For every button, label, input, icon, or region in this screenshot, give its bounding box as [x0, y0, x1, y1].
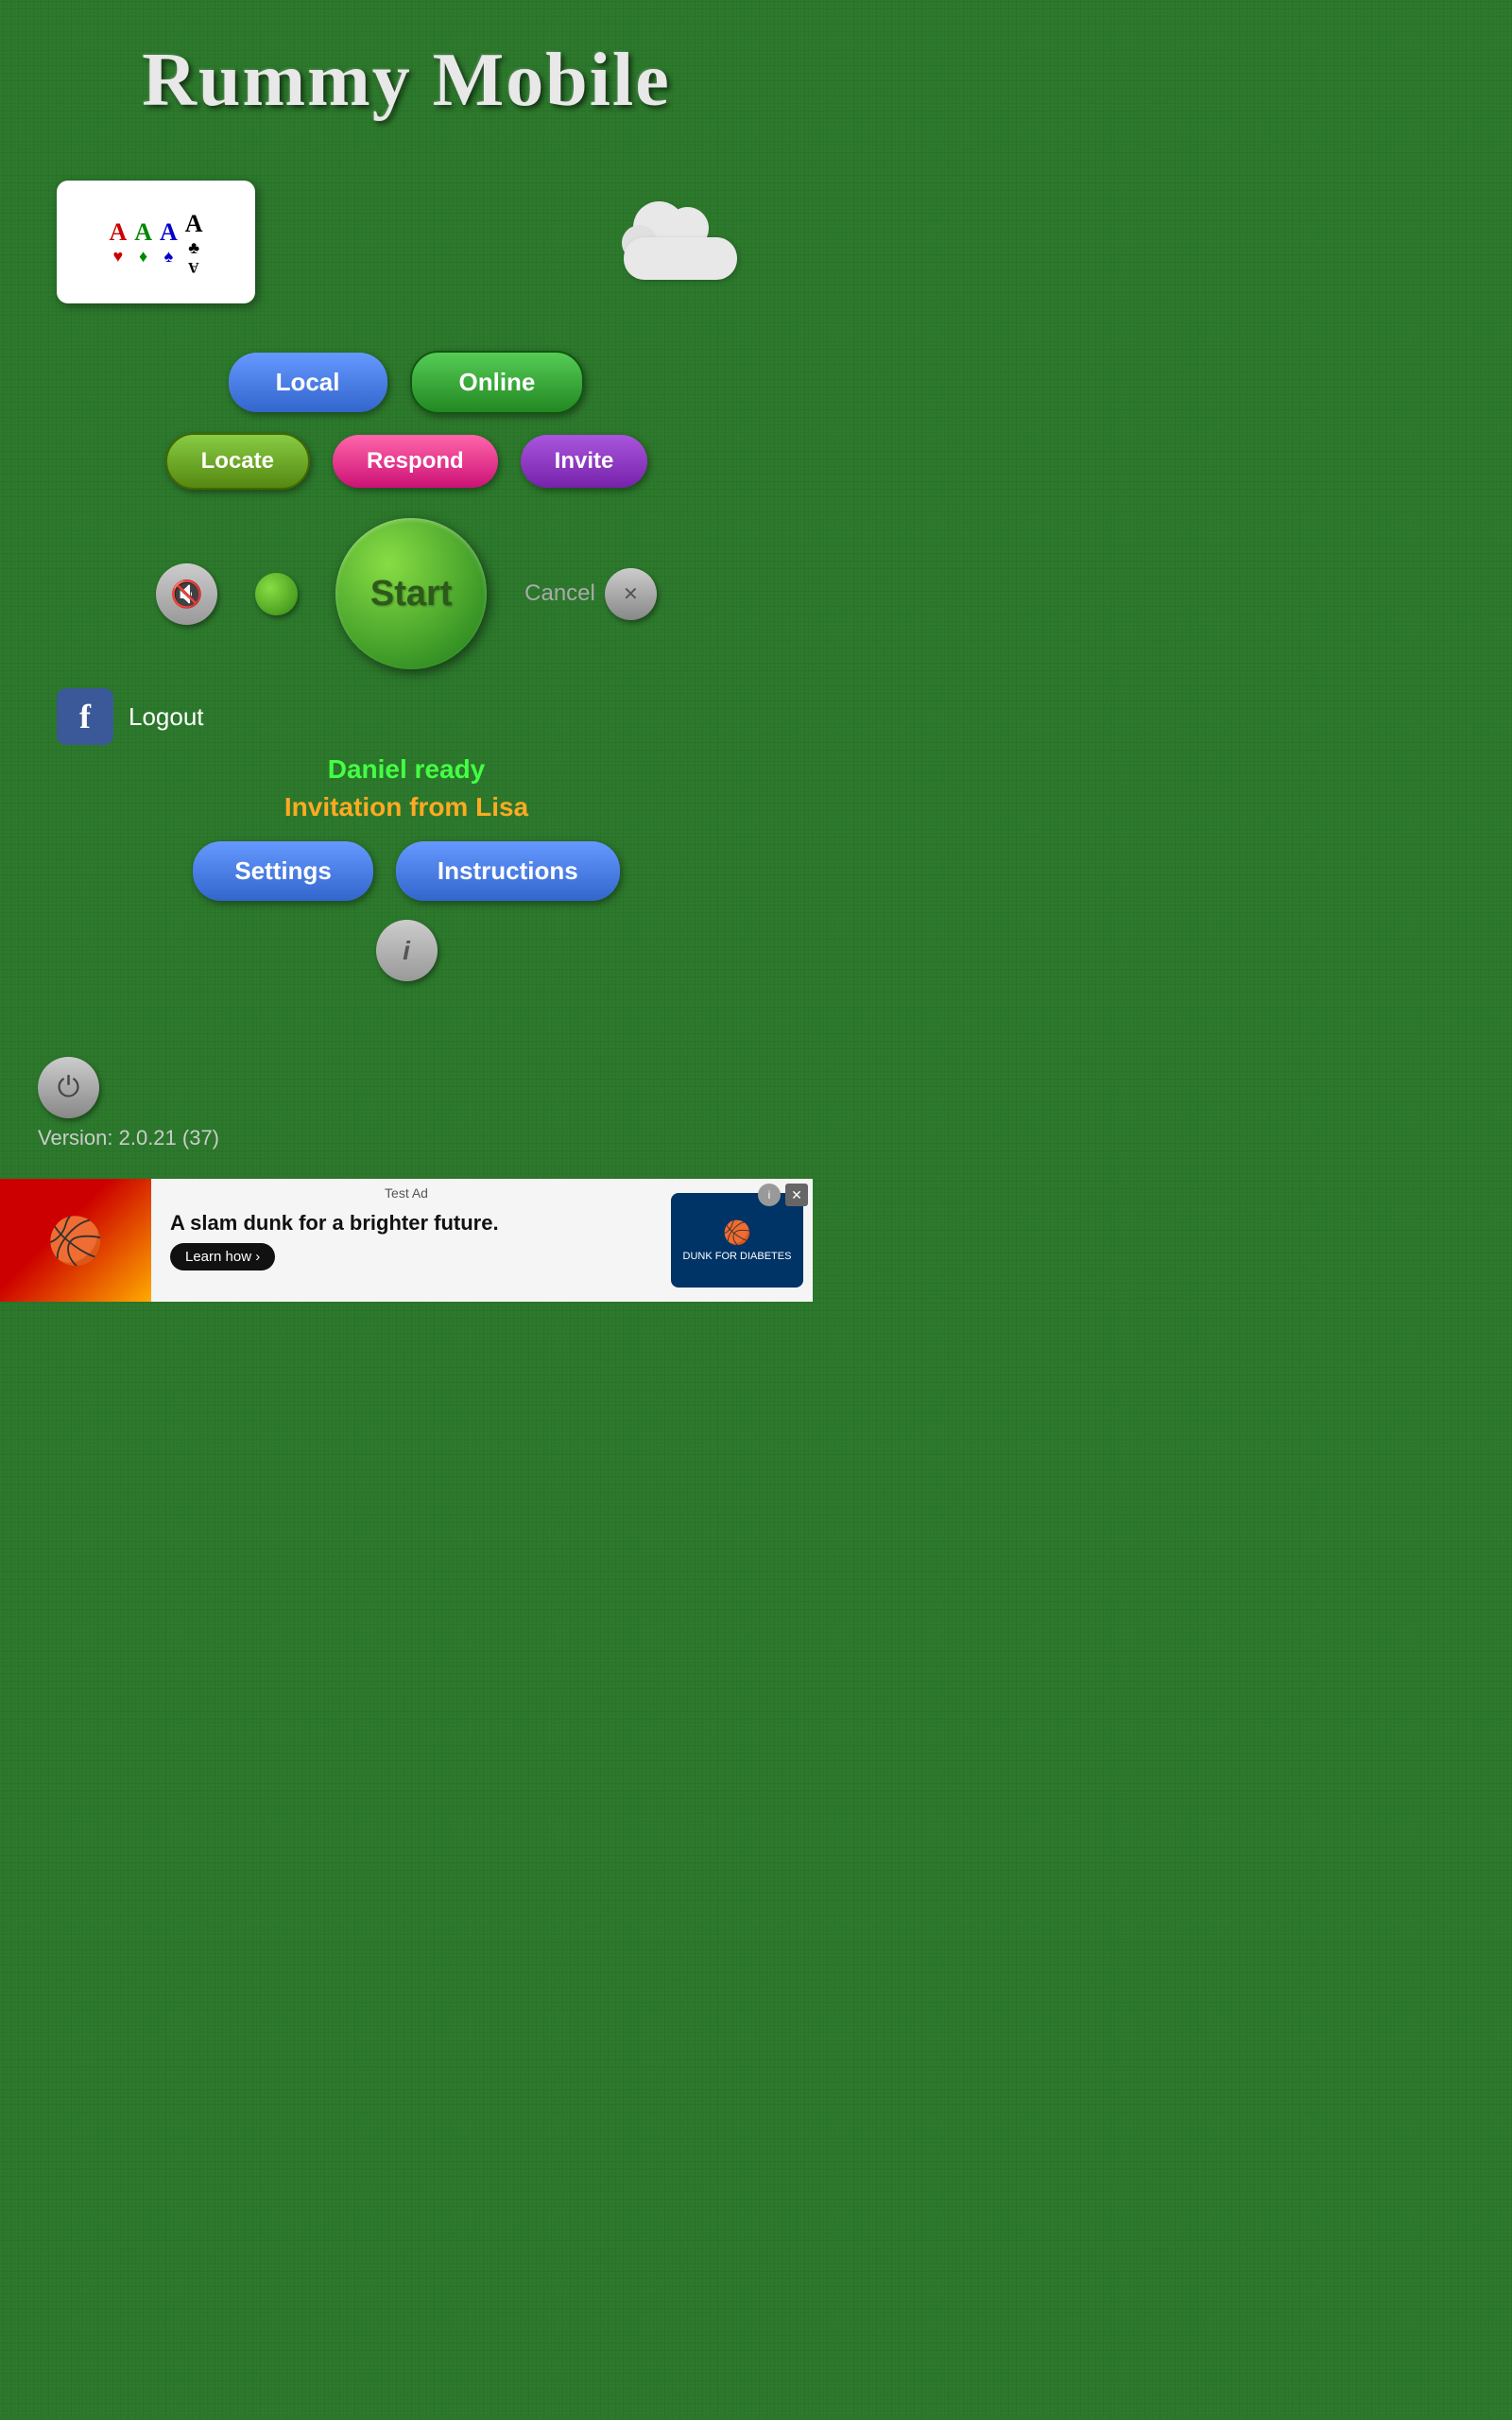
- ad-main-text: A slam dunk for a brighter future.: [170, 1211, 652, 1236]
- card-ace-blue: A ♠: [160, 218, 178, 267]
- invite-button[interactable]: Invite: [521, 435, 648, 488]
- facebook-icon: f: [57, 688, 113, 745]
- ad-info-button[interactable]: i: [758, 1184, 781, 1206]
- card-ace-green: A ♦: [134, 218, 152, 267]
- settings-button[interactable]: Settings: [193, 841, 373, 901]
- start-button[interactable]: Start: [335, 518, 487, 669]
- info-icon: i: [403, 936, 410, 966]
- respond-button[interactable]: Respond: [333, 435, 498, 488]
- power-icon: ⏻: [58, 1072, 80, 1104]
- daniel-ready-status: Daniel ready: [328, 754, 486, 785]
- instructions-button[interactable]: Instructions: [396, 841, 620, 901]
- ad-learn-more-button[interactable]: Learn how ›: [170, 1243, 275, 1270]
- cloud-decoration: [605, 204, 756, 280]
- ad-banner: 🏀 Test Ad A slam dunk for a brighter fut…: [0, 1179, 813, 1302]
- version-text: Version: 2.0.21 (37): [38, 1126, 219, 1150]
- ad-logo: 🏀 DUNK FOR DIABETES: [671, 1193, 803, 1288]
- ad-content: Test Ad A slam dunk for a brighter futur…: [151, 1201, 671, 1280]
- locate-button[interactable]: Locate: [165, 433, 310, 490]
- cancel-x-icon: ✕: [623, 582, 639, 606]
- online-button[interactable]: Online: [410, 351, 585, 414]
- power-button[interactable]: ⏻: [38, 1057, 99, 1118]
- green-dot-indicator: [255, 573, 298, 615]
- card-ace-black: A ♣ A: [185, 210, 203, 275]
- local-button[interactable]: Local: [229, 353, 387, 412]
- info-button[interactable]: i: [376, 920, 438, 981]
- app-title: Rummy Mobile: [142, 38, 671, 124]
- cancel-button[interactable]: ✕: [605, 568, 657, 620]
- mute-button[interactable]: 🔇: [156, 563, 217, 625]
- ad-test-label: Test Ad: [377, 1184, 436, 1202]
- logout-label: Logout: [129, 702, 204, 732]
- invitation-text: Invitation from Lisa: [284, 792, 528, 822]
- mute-icon: 🔇: [170, 579, 203, 610]
- cards-image: A ♥ A ♦ A ♠ A ♣ A: [57, 181, 255, 303]
- cancel-label: Cancel: [524, 580, 595, 607]
- card-ace-red: A ♥: [109, 218, 127, 267]
- ad-close-button[interactable]: ✕: [785, 1184, 808, 1206]
- ad-image: 🏀: [0, 1179, 151, 1302]
